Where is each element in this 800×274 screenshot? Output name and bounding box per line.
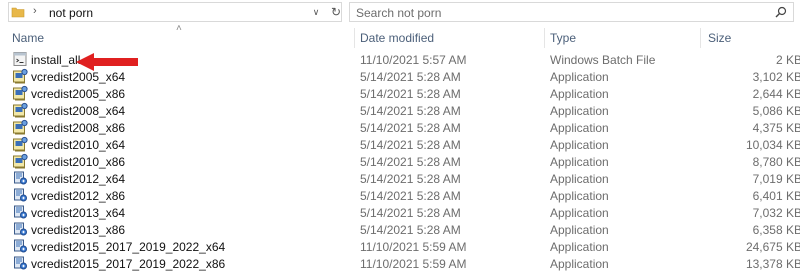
file-name: vcredist2015_2017_2019_2022_x64 xyxy=(31,240,226,254)
file-size: 24,675 KB xyxy=(745,240,800,254)
file-row[interactable]: vcredist2005_x86 5/14/2021 5:28 AM Appli… xyxy=(0,85,800,102)
file-type: Windows Batch File xyxy=(550,53,656,67)
column-size[interactable]: Size xyxy=(708,31,731,45)
file-size: 2,644 KB xyxy=(752,87,800,101)
chevron-down-icon[interactable]: ∨ xyxy=(309,5,323,19)
file-type: Application xyxy=(550,240,609,254)
file-date: 5/14/2021 5:28 AM xyxy=(360,155,461,169)
file-type: Application xyxy=(550,189,609,203)
file-type: Application xyxy=(550,121,609,135)
top-bar: › not porn ∨ ↻ Search not porn xyxy=(0,0,800,26)
setup-icon xyxy=(12,221,28,237)
file-row[interactable]: vcredist2010_x86 5/14/2021 5:28 AM Appli… xyxy=(0,153,800,170)
search-box[interactable]: Search not porn xyxy=(349,2,794,22)
search-icon[interactable] xyxy=(774,5,788,19)
column-name[interactable]: Name xyxy=(12,31,44,45)
file-row[interactable]: vcredist2015_2017_2019_2022_x86 11/10/20… xyxy=(0,255,800,272)
setup-icon xyxy=(12,187,28,203)
file-row[interactable]: vcredist2008_x64 5/14/2021 5:28 AM Appli… xyxy=(0,102,800,119)
file-type: Application xyxy=(550,172,609,186)
file-type: Application xyxy=(550,257,609,271)
file-type: Application xyxy=(550,138,609,152)
red-arrow-annotation xyxy=(76,53,138,71)
installer-icon xyxy=(12,102,28,118)
file-row[interactable]: vcredist2010_x64 5/14/2021 5:28 AM Appli… xyxy=(0,136,800,153)
setup-icon xyxy=(12,170,28,186)
breadcrumb[interactable]: not porn xyxy=(49,6,93,20)
file-type: Application xyxy=(550,87,609,101)
file-size: 6,401 KB xyxy=(752,189,800,203)
file-date: 5/14/2021 5:28 AM xyxy=(360,70,461,84)
file-name: vcredist2005_x86 xyxy=(31,87,126,101)
file-size: 4,375 KB xyxy=(752,121,800,135)
refresh-icon[interactable]: ↻ xyxy=(329,4,343,20)
file-size: 8,780 KB xyxy=(752,155,800,169)
file-date: 5/14/2021 5:28 AM xyxy=(360,121,461,135)
file-name: vcredist2015_2017_2019_2022_x86 xyxy=(31,257,226,271)
file-size: 6,358 KB xyxy=(752,223,800,237)
file-date: 5/14/2021 5:28 AM xyxy=(360,189,461,203)
file-size: 5,086 KB xyxy=(752,104,800,118)
file-name: vcredist2013_x86 xyxy=(31,223,126,237)
setup-icon xyxy=(12,238,28,254)
file-date: 11/10/2021 5:59 AM xyxy=(360,257,467,271)
setup-icon xyxy=(12,204,28,220)
column-divider[interactable] xyxy=(700,28,701,48)
file-name: vcredist2012_x64 xyxy=(31,172,126,186)
file-type: Application xyxy=(550,206,609,220)
file-size: 2 KB xyxy=(775,53,800,67)
column-divider[interactable] xyxy=(544,28,545,48)
file-name: vcredist2010_x86 xyxy=(31,155,126,169)
file-type: Application xyxy=(550,104,609,118)
address-bar[interactable]: › not porn ∨ ↻ xyxy=(8,2,342,22)
file-name: vcredist2008_x86 xyxy=(31,121,126,135)
file-row[interactable]: vcredist2008_x86 5/14/2021 5:28 AM Appli… xyxy=(0,119,800,136)
file-size: 13,378 KB xyxy=(745,257,800,271)
file-row[interactable]: vcredist2015_2017_2019_2022_x64 11/10/20… xyxy=(0,238,800,255)
file-date: 5/14/2021 5:28 AM xyxy=(360,104,461,118)
file-date: 5/14/2021 5:28 AM xyxy=(360,87,461,101)
file-date: 5/14/2021 5:28 AM xyxy=(360,138,461,152)
file-size: 7,019 KB xyxy=(752,172,800,186)
file-name: install_all xyxy=(31,53,81,67)
column-divider[interactable] xyxy=(354,28,355,48)
installer-icon xyxy=(12,85,28,101)
file-date: 5/14/2021 5:28 AM xyxy=(360,206,461,220)
file-name: vcredist2013_x64 xyxy=(31,206,126,220)
folder-icon xyxy=(11,7,25,18)
file-name: vcredist2012_x86 xyxy=(31,189,126,203)
file-type: Application xyxy=(550,223,609,237)
file-size: 7,032 KB xyxy=(752,206,800,220)
batch-file-icon xyxy=(12,51,28,67)
chevron-right-icon[interactable]: › xyxy=(33,5,37,17)
file-date: 11/10/2021 5:57 AM xyxy=(360,53,467,67)
file-size: 10,034 KB xyxy=(745,138,800,152)
installer-icon xyxy=(12,136,28,152)
file-row[interactable]: vcredist2013_x64 5/14/2021 5:28 AM Appli… xyxy=(0,204,800,221)
file-name: vcredist2005_x64 xyxy=(31,70,126,84)
column-date-modified[interactable]: Date modified xyxy=(360,31,434,45)
file-row[interactable]: vcredist2013_x86 5/14/2021 5:28 AM Appli… xyxy=(0,221,800,238)
column-header: Name Date modified Type Size xyxy=(0,28,800,48)
file-size: 3,102 KB xyxy=(752,70,800,84)
file-date: 5/14/2021 5:28 AM xyxy=(360,223,461,237)
installer-icon xyxy=(12,119,28,135)
file-row[interactable]: vcredist2012_x64 5/14/2021 5:28 AM Appli… xyxy=(0,170,800,187)
column-type[interactable]: Type xyxy=(550,31,576,45)
file-name: vcredist2010_x64 xyxy=(31,138,126,152)
search-input[interactable]: Search not porn xyxy=(356,6,441,20)
installer-icon xyxy=(12,68,28,84)
installer-icon xyxy=(12,153,28,169)
file-name: vcredist2008_x64 xyxy=(31,104,126,118)
file-type: Application xyxy=(550,70,609,84)
file-row[interactable]: vcredist2012_x86 5/14/2021 5:28 AM Appli… xyxy=(0,187,800,204)
file-date: 5/14/2021 5:28 AM xyxy=(360,172,461,186)
file-type: Application xyxy=(550,155,609,169)
setup-icon xyxy=(12,255,28,271)
file-date: 11/10/2021 5:59 AM xyxy=(360,240,467,254)
